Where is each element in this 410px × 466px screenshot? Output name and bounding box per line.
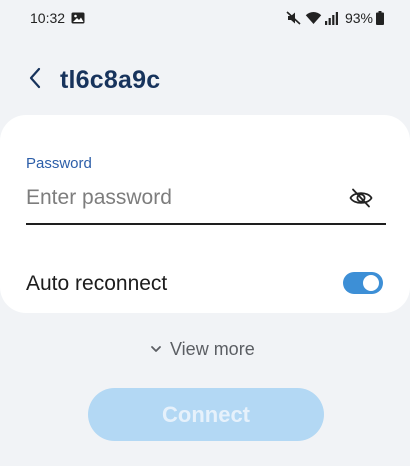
signal-icon [324, 11, 339, 25]
chevron-left-icon [28, 67, 42, 94]
status-time: 10:32 [30, 10, 66, 26]
auto-reconnect-label: Auto reconnect [26, 272, 168, 295]
toggle-thumb [361, 273, 381, 293]
eye-off-icon [349, 188, 373, 213]
wifi-icon [305, 11, 322, 25]
connect-button[interactable]: Connect [88, 388, 324, 441]
status-bar: 10:32 93% [0, 0, 410, 36]
chevron-down-icon [150, 340, 162, 358]
auto-reconnect-toggle[interactable] [343, 270, 383, 296]
status-icons: 93% [286, 9, 384, 27]
show-password-toggle[interactable] [347, 187, 375, 213]
battery-icon [376, 11, 384, 25]
back-button[interactable] [21, 65, 49, 95]
view-more-label: View more [170, 338, 255, 359]
password-underline [26, 223, 386, 225]
password-label: Password [26, 155, 92, 172]
password-card: Password Auto reconnect [0, 115, 410, 313]
mute-icon [286, 11, 302, 25]
view-more-button[interactable]: View more [150, 338, 255, 360]
gallery-icon [71, 11, 85, 24]
battery-percent: 93% [344, 10, 373, 26]
network-name-title: tl6c8a9c [60, 66, 161, 94]
password-input[interactable] [26, 181, 336, 215]
wifi-password-screen: 10:32 93% tl6c8a9c Password Auto reconne… [0, 0, 410, 466]
